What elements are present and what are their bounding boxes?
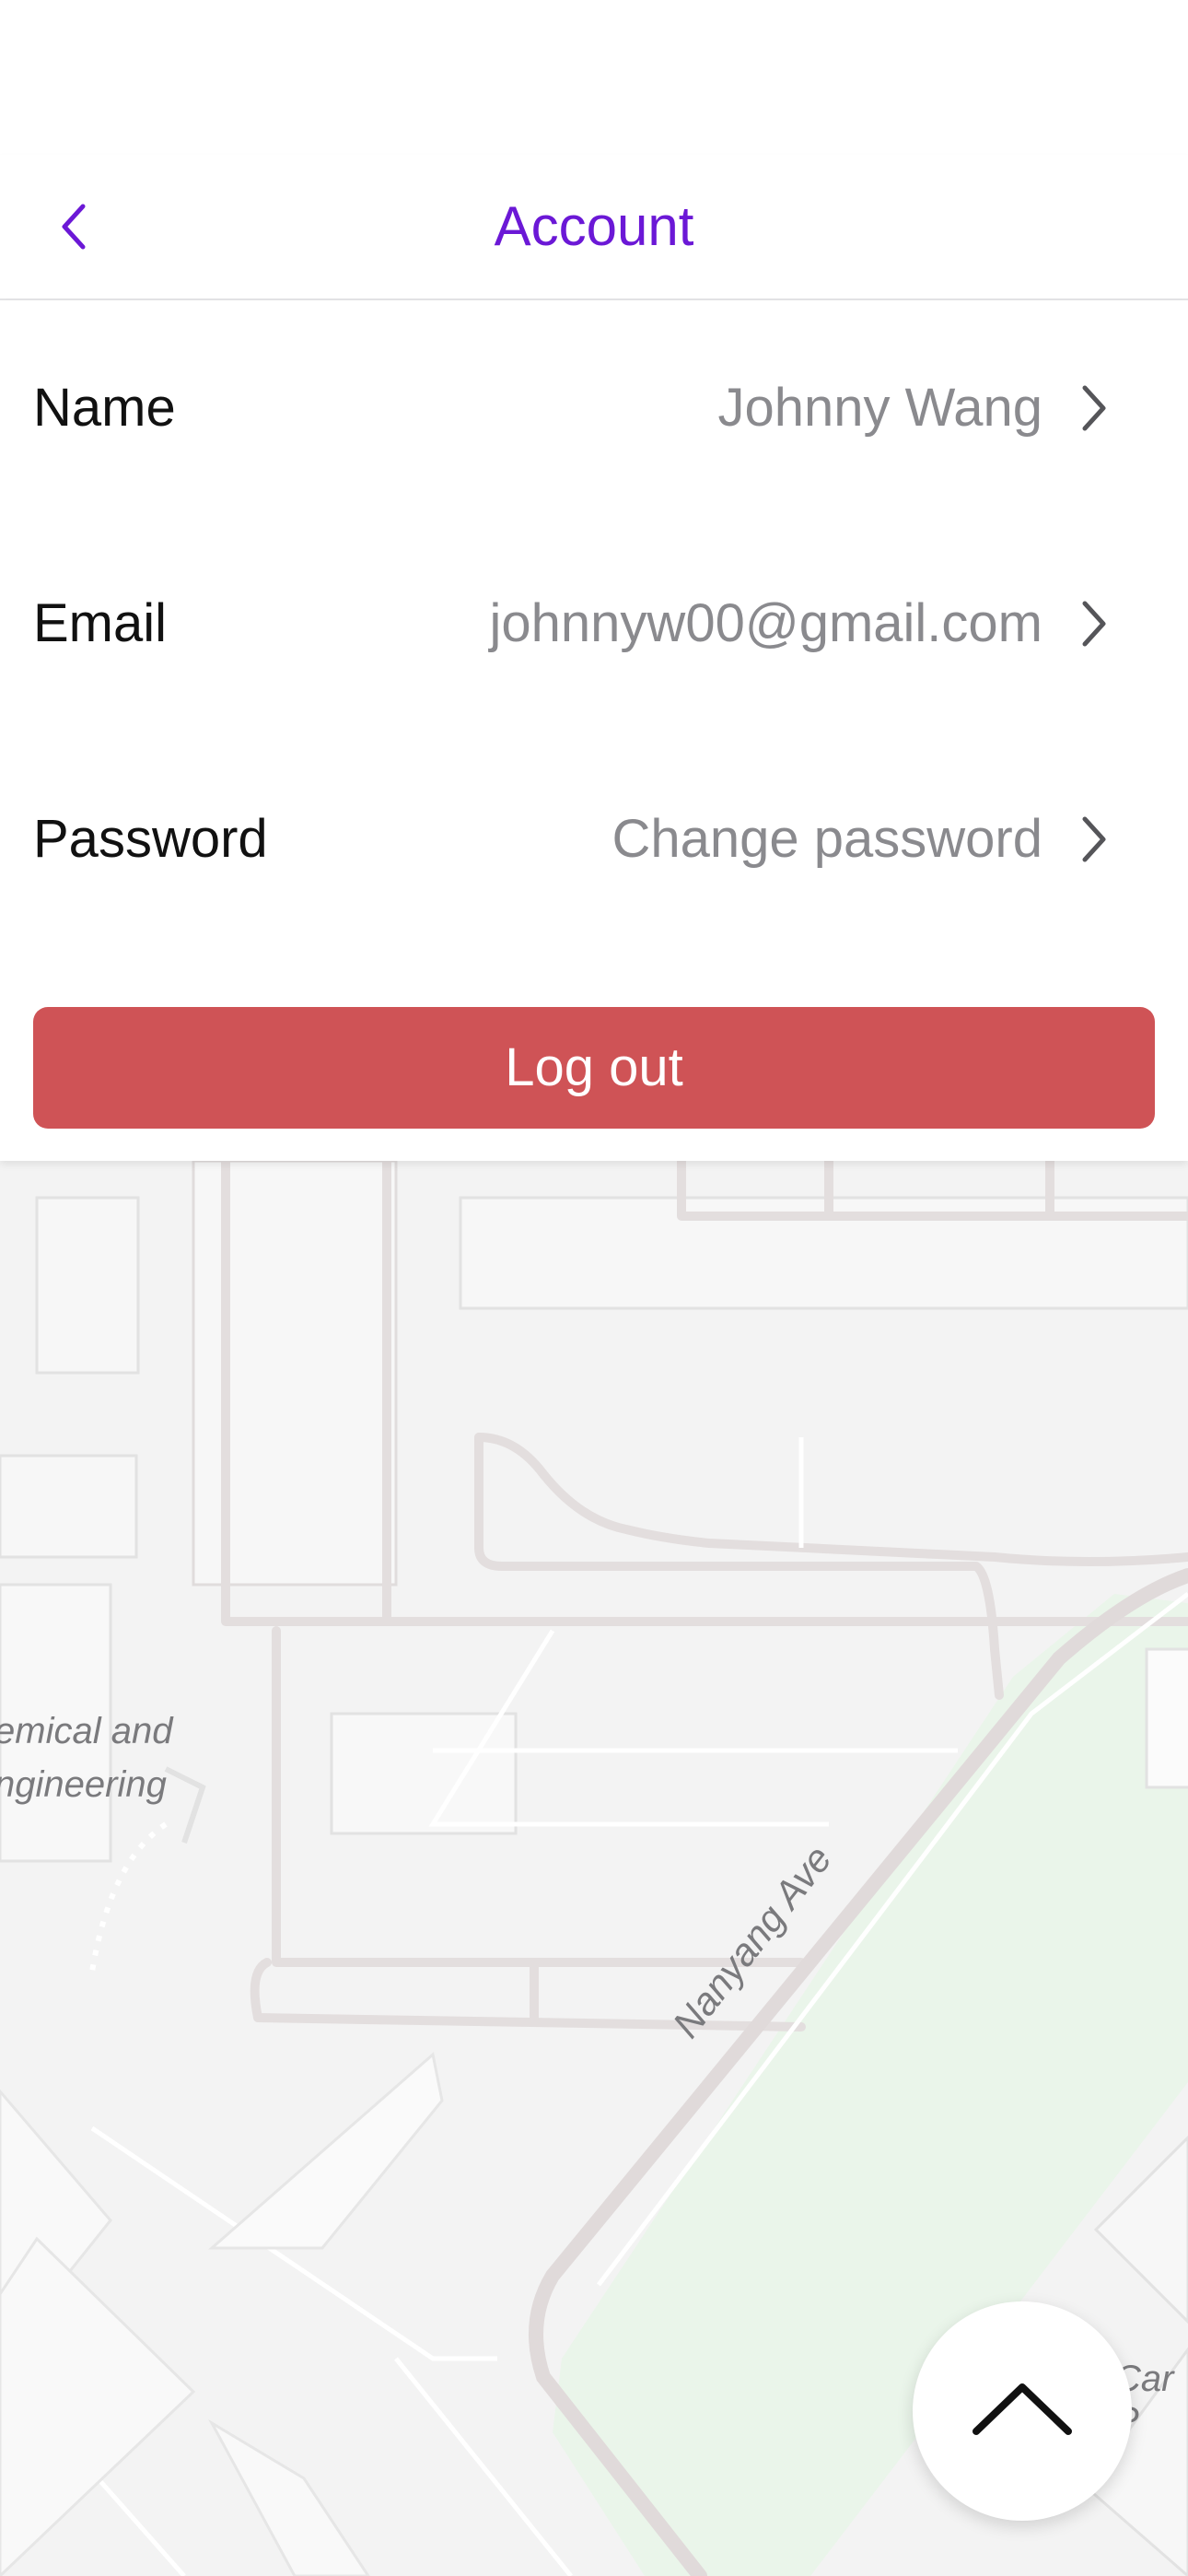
chevron-left-icon	[62, 204, 86, 250]
status-bar	[0, 0, 1188, 155]
row-label-password: Password	[33, 809, 268, 869]
chevron-right-icon	[1082, 816, 1106, 862]
account-row-name[interactable]: Name Johnny Wang	[0, 300, 1188, 516]
map-label-building-2: ngineering	[0, 1764, 167, 1805]
chevron-up-icon	[973, 2383, 1072, 2435]
row-value-email: johnnyw00@gmail.com	[489, 593, 1042, 653]
header-bar: Account	[0, 155, 1188, 300]
expand-sheet-button[interactable]	[913, 2301, 1132, 2521]
back-button[interactable]	[37, 190, 111, 263]
account-row-password[interactable]: Password Change password	[0, 732, 1188, 947]
chevron-right-icon	[1082, 385, 1106, 431]
logout-button[interactable]: Log out	[33, 1007, 1155, 1129]
account-row-email[interactable]: Email johnnyw00@gmail.com	[0, 516, 1188, 732]
chevron-right-icon	[1082, 601, 1106, 647]
page-title: Account	[494, 195, 694, 257]
row-label-email: Email	[33, 593, 168, 653]
row-value-name: Johnny Wang	[717, 378, 1042, 438]
row-value-password: Change password	[611, 809, 1042, 869]
map-label-building-1: emical and	[0, 1711, 173, 1751]
account-panel: Name Johnny Wang Email johnnyw00@gmail.c…	[0, 300, 1188, 1161]
row-label-name: Name	[33, 378, 176, 438]
